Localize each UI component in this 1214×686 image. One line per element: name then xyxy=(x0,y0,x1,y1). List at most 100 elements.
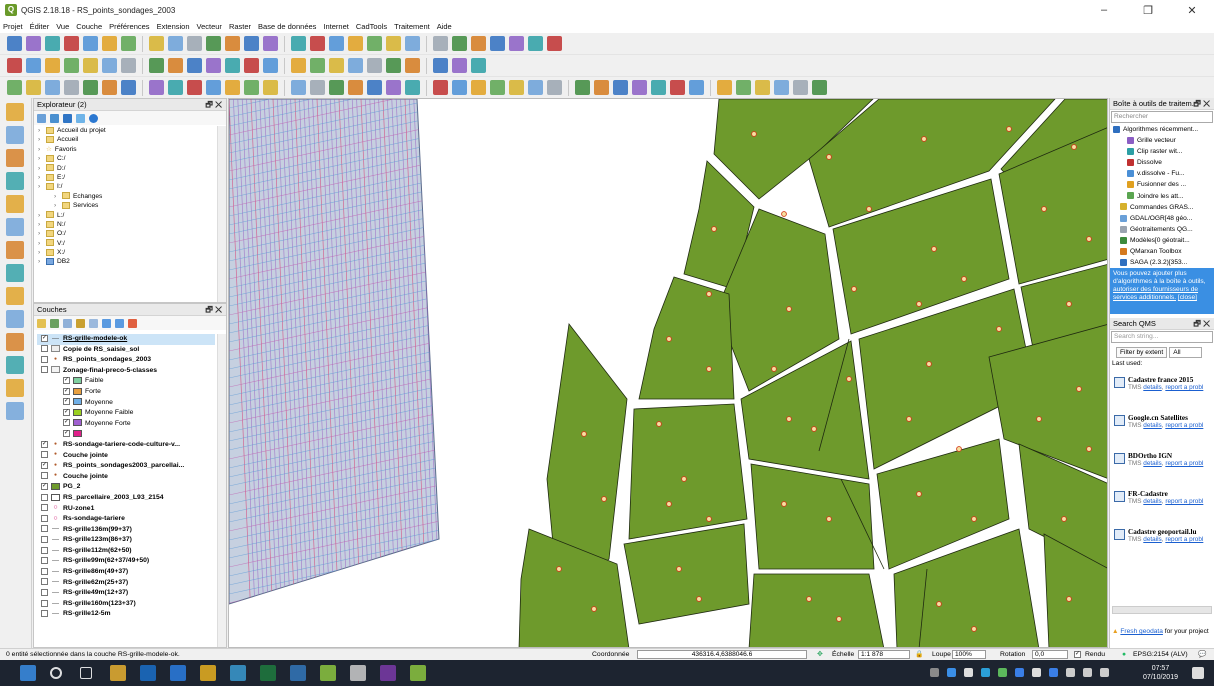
attribute-table-icon[interactable] xyxy=(433,36,448,51)
sample-point[interactable] xyxy=(681,476,687,482)
panel-float-close-icons[interactable]: 🗗 ✕ xyxy=(1193,318,1210,332)
sample-point[interactable] xyxy=(581,431,587,437)
sample-point[interactable] xyxy=(786,306,792,312)
label-tool-4-icon[interactable] xyxy=(263,58,278,73)
layer-item[interactable]: — RS-grille49m(12+37) xyxy=(37,588,215,599)
cut-icon[interactable] xyxy=(149,58,164,73)
add-wfs-layer-icon[interactable] xyxy=(6,310,24,328)
layer-item[interactable]: — RS-grille123m(86+37) xyxy=(37,535,215,546)
details-link[interactable]: details xyxy=(1143,422,1161,429)
expand-arrow-icon[interactable]: › xyxy=(38,126,46,135)
add-part-icon[interactable] xyxy=(121,80,136,95)
coord-input[interactable]: 436316.4,6388046.6 xyxy=(637,649,807,659)
more-1-icon[interactable] xyxy=(736,80,751,95)
zoom-layer-icon[interactable] xyxy=(225,36,240,51)
merge-features-icon[interactable] xyxy=(206,80,221,95)
layer-item[interactable]: ✓ Moyenne Faible xyxy=(37,408,215,419)
layer-visibility-checkbox[interactable]: ✓ xyxy=(63,408,70,416)
sample-point[interactable] xyxy=(771,366,777,372)
sample-point[interactable] xyxy=(591,606,597,612)
paste-icon[interactable] xyxy=(187,58,202,73)
layer-item[interactable]: — RS-grille112m(62+50) xyxy=(37,546,215,557)
layer-visibility-checkbox[interactable] xyxy=(41,525,48,533)
menu-cadtools[interactable]: CadTools xyxy=(356,22,387,31)
report-link[interactable]: report a probl xyxy=(1165,384,1203,391)
composer-manager-icon[interactable] xyxy=(102,36,117,51)
layer-visibility-checkbox[interactable]: ✓ xyxy=(41,440,48,448)
parcel-polygon[interactable] xyxy=(748,573,885,648)
digitize-16-icon[interactable] xyxy=(632,80,647,95)
menu-projet[interactable]: Projet xyxy=(3,22,23,31)
label-tool-3-icon[interactable] xyxy=(244,58,259,73)
expand-arrow-icon[interactable]: › xyxy=(38,248,46,257)
parcel-polygon[interactable] xyxy=(750,463,875,570)
render-checkbox[interactable]: ✓ xyxy=(1074,650,1081,658)
layer-item[interactable]: — RS-grille12-5m xyxy=(37,609,215,620)
add-delimited-text-icon[interactable] xyxy=(6,333,24,351)
sample-point[interactable] xyxy=(996,326,1002,332)
open-project-icon[interactable] xyxy=(26,36,41,51)
layer-visibility-checkbox[interactable]: ✓ xyxy=(63,387,70,395)
digitize-13-icon[interactable] xyxy=(575,80,590,95)
sample-point[interactable] xyxy=(1071,144,1077,150)
map-canvas-svg[interactable] xyxy=(229,99,1108,648)
split-parts-icon[interactable] xyxy=(291,80,306,95)
phi-icon[interactable] xyxy=(793,80,808,95)
menu-editer[interactable]: Éditer xyxy=(30,22,50,31)
tray-8-icon[interactable] xyxy=(1049,668,1058,677)
new-bookmark-icon[interactable] xyxy=(310,36,325,51)
layer-item[interactable]: — RS-grille160m(123+37) xyxy=(37,599,215,610)
layers-scrollbar[interactable] xyxy=(217,334,226,647)
details-link[interactable]: details xyxy=(1143,498,1161,505)
add-layer-icon[interactable] xyxy=(37,113,46,123)
layer-visibility-checkbox[interactable]: ✓ xyxy=(41,334,48,342)
search-icon[interactable] xyxy=(50,667,62,679)
expand-arrow-icon[interactable]: › xyxy=(38,164,46,173)
add-mssql-layer-icon[interactable] xyxy=(6,218,24,236)
sample-point[interactable] xyxy=(906,416,912,422)
details-link[interactable]: details xyxy=(1143,460,1161,467)
close-button[interactable]: ✕ xyxy=(1170,0,1214,20)
layer-item[interactable]: ✓ Moyenne xyxy=(37,398,215,409)
sample-point[interactable] xyxy=(1036,416,1042,422)
toolbox-item[interactable]: Fusionner des ... xyxy=(1110,179,1214,190)
label-tool-6-icon[interactable] xyxy=(310,58,325,73)
digitize-20-icon[interactable] xyxy=(717,80,732,95)
expand-arrow-icon[interactable]: › xyxy=(38,173,46,182)
map-tips-icon[interactable] xyxy=(509,36,524,51)
sample-point[interactable] xyxy=(556,566,562,572)
panel-float-close-icons[interactable]: 🗗 ✕ xyxy=(205,99,222,113)
layer-visibility-checkbox[interactable]: ✓ xyxy=(41,483,48,491)
menu-raster[interactable]: Raster xyxy=(229,22,251,31)
delete-ring-icon[interactable] xyxy=(168,80,183,95)
new-print-icon[interactable] xyxy=(83,36,98,51)
layer-visibility-checkbox[interactable] xyxy=(41,345,48,353)
layer-item[interactable]: Zonage-final-preco-5-classes xyxy=(37,366,215,377)
layer-x-icon[interactable] xyxy=(755,80,770,95)
tray-4-icon[interactable] xyxy=(981,668,990,677)
expression-filter-icon[interactable] xyxy=(89,318,98,328)
split-icon[interactable] xyxy=(367,58,382,73)
filter-icon[interactable] xyxy=(63,113,72,123)
layer-item[interactable]: ○ Rs-sondage-tariere xyxy=(37,514,215,525)
refresh-icon[interactable] xyxy=(50,113,59,123)
layer-item[interactable]: ✓ Faible xyxy=(37,376,215,387)
browser-item[interactable]: › Accueil du projet xyxy=(34,126,217,135)
browser-item[interactable]: › O:/ xyxy=(34,229,217,238)
toolbox-item[interactable]: Modèles[0 géotrait... xyxy=(1110,235,1214,246)
add-vector-layer-icon[interactable] xyxy=(6,126,24,144)
sample-point[interactable] xyxy=(866,206,872,212)
digitize-10-icon[interactable] xyxy=(509,80,524,95)
sample-point[interactable] xyxy=(706,516,712,522)
layer-visibility-checkbox[interactable] xyxy=(41,514,48,522)
toolbox-item[interactable]: Grille vecteur xyxy=(1110,135,1214,146)
add-wcs-layer-icon[interactable] xyxy=(6,287,24,305)
expand-arrow-icon[interactable]: › xyxy=(38,145,46,154)
browser-scrollbar[interactable] xyxy=(217,126,226,302)
expand-arrow-icon[interactable]: › xyxy=(38,229,46,238)
menu-base-de-donnees[interactable]: Base de données xyxy=(258,22,316,31)
new-spatialite-icon[interactable] xyxy=(6,379,24,397)
merge-icon[interactable] xyxy=(386,58,401,73)
loupe-spinbox[interactable]: 100% xyxy=(952,649,986,659)
add-ring-icon[interactable] xyxy=(102,80,117,95)
